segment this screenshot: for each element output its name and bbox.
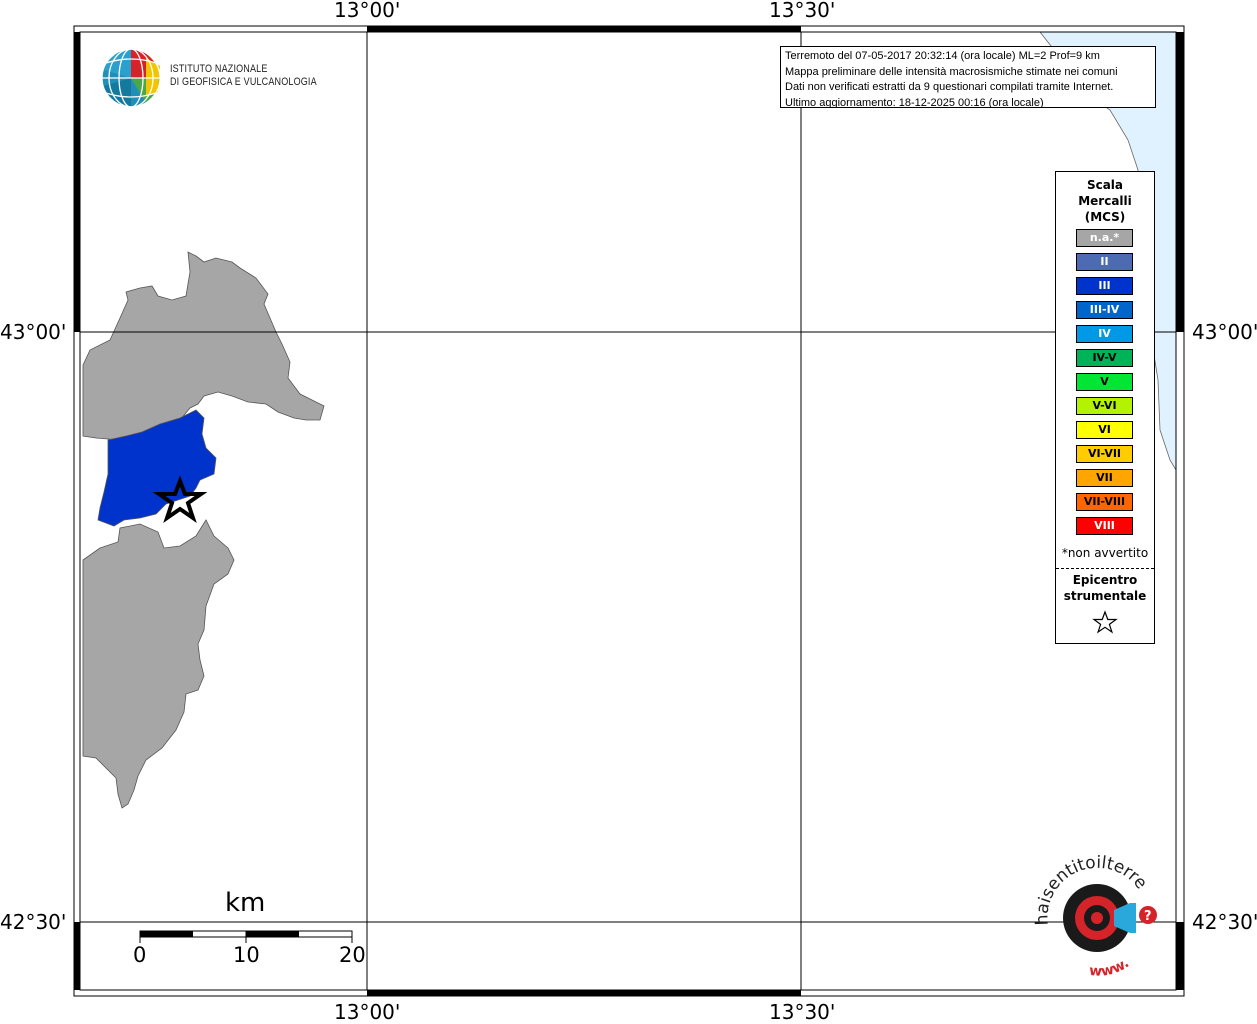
info-line-4: Ultimo aggiornamento: 18-12-2025 00:16 (… — [785, 96, 1044, 108]
legend-swatch-6: V — [1076, 373, 1133, 391]
info-line-1: Terremoto del 07-05-2017 20:32:14 (ora l… — [785, 50, 1100, 62]
legend-epicenter-line-2: strumentale — [1063, 589, 1147, 603]
haisentito-www-text: www. — [1089, 955, 1133, 980]
ingv-line-2: DI GEOFISICA E VULCANOLOGIA — [170, 76, 317, 88]
legend-swatch-9: VI-VII — [1076, 445, 1133, 463]
legend-swatch-0: n.a.* — [1076, 229, 1133, 247]
lon-label-bottom-1: 13°00' — [334, 1000, 401, 1024]
ingv-line-1: ISTITUTO NAZIONALE — [170, 63, 268, 75]
legend-epicenter-label: Epicentro strumentale — [1056, 572, 1154, 604]
ingv-name: ISTITUTO NAZIONALE DI GEOFISICA E VULCAN… — [170, 63, 317, 89]
legend-swatch-7: V-VI — [1076, 397, 1133, 415]
legend-star-icon — [1092, 610, 1118, 634]
scale-bar-unit: km — [225, 888, 266, 918]
lat-label-right-1: 43°00' — [1192, 320, 1257, 344]
legend-swatch-4: IV — [1076, 325, 1133, 343]
info-line-3: Dati non verificati estratti da 9 questi… — [785, 81, 1114, 93]
lat-label-left-1: 43°00' — [0, 320, 67, 344]
event-info-box: Terremoto del 07-05-2017 20:32:14 (ora l… — [780, 46, 1156, 108]
legend-separator — [1056, 568, 1154, 569]
lon-label-top-2: 13°30' — [769, 0, 836, 22]
legend-epicenter-line-1: Epicentro — [1072, 573, 1138, 587]
legend-swatch-8: VI — [1076, 421, 1133, 439]
scale-bar-tick-0: 0 — [133, 943, 147, 967]
ingv-logo-icon — [101, 48, 161, 108]
info-line-2: Mappa preliminare delle intensità macros… — [785, 65, 1118, 78]
legend-swatch-10: VII — [1076, 469, 1133, 487]
legend-title-line-3: (MCS) — [1084, 210, 1126, 224]
legend-title-line-2: Mercalli — [1078, 194, 1132, 208]
legend-swatch-3: III-IV — [1076, 301, 1133, 319]
legend-title-line-1: Scala — [1086, 178, 1124, 192]
legend-title: Scala Mercalli (MCS) — [1056, 177, 1154, 225]
haisentito-logo-icon: ? haisentitoilterremoto.it www. — [1030, 855, 1157, 980]
legend-swatch-5: IV-V — [1076, 349, 1133, 367]
scale-bar-tick-20: 20 — [339, 943, 366, 967]
svg-text:?: ? — [1144, 909, 1152, 924]
lat-label-right-2: 42°30' — [1192, 910, 1257, 934]
legend-note: *non avvertito — [1061, 546, 1149, 560]
legend-swatch-12: VIII — [1076, 517, 1133, 535]
legend-swatch-1: II — [1076, 253, 1133, 271]
lon-label-bottom-2: 13°30' — [769, 1000, 836, 1024]
legend-swatch-11: VII-VIII — [1076, 493, 1133, 511]
lon-label-top-1: 13°00' — [334, 0, 401, 22]
mcs-legend: Scala Mercalli (MCS) n.a.* II III III-IV IV I… — [1055, 171, 1155, 644]
legend-swatch-2: III — [1076, 277, 1133, 295]
scale-bar-tick-10: 10 — [233, 943, 260, 967]
lat-label-left-2: 42°30' — [0, 910, 67, 934]
